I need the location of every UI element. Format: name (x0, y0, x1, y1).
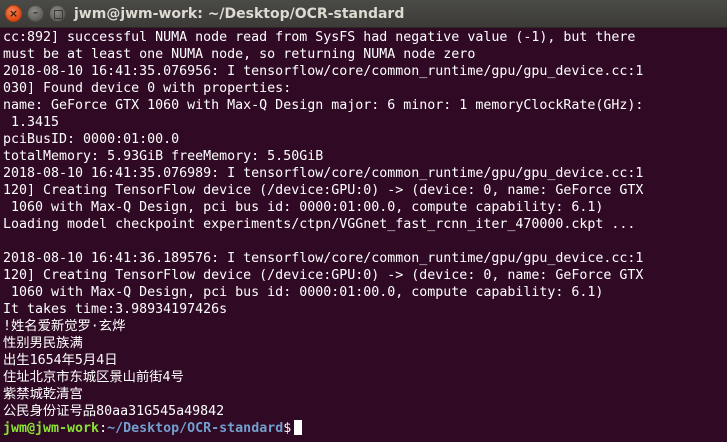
terminal-line: !姓名爱新觉罗·玄烨 (3, 319, 126, 334)
terminal-line: 1.3415 (3, 115, 60, 130)
title-bar[interactable]: × – jwm@jwm-work: ~/Desktop/OCR-standard (0, 0, 727, 28)
terminal-line: pciBusID: 0000:01:00.0 (3, 132, 180, 147)
terminal-line: 2018-08-10 16:41:35.076956: I tensorflow… (3, 64, 644, 79)
terminal-line: 2018-08-10 16:41:36.189576: I tensorflow… (3, 251, 644, 266)
terminal-line: 性别男民族满 (3, 336, 83, 351)
terminal-line: 住址北京市东城区景山前街4号 (3, 370, 184, 385)
terminal-line: 120] Creating TensorFlow device (/device… (3, 183, 644, 198)
terminal-line: Loading model checkpoint experiments/ctp… (3, 217, 636, 232)
close-icon: × (8, 7, 19, 20)
prompt-path: ~/Desktop/OCR-standard (107, 421, 284, 436)
terminal-line: 公民身份证号品80aa31G545a49842 (3, 404, 225, 419)
terminal-line: 2018-08-10 16:41:35.076989: I tensorflow… (3, 166, 644, 181)
maximize-button[interactable] (49, 5, 66, 22)
terminal-line: name: GeForce GTX 1060 with Max-Q Design… (3, 98, 644, 113)
prompt-separator: : (99, 421, 108, 436)
shell-prompt-line[interactable]: jwm@jwm-work:~/Desktop/OCR-standard$ (3, 420, 727, 437)
terminal-line: 紫禁城乾清宫 (3, 387, 83, 402)
terminal-line: 出生1654年5月4日 (3, 353, 118, 368)
maximize-icon (54, 10, 63, 19)
terminal-window: × – jwm@jwm-work: ~/Desktop/OCR-standard… (0, 0, 727, 442)
terminal-line: It takes time:3.98934197426s (3, 302, 228, 317)
minimize-button[interactable]: – (27, 5, 44, 22)
terminal-line: 1060 with Max-Q Design, pci bus id: 0000… (3, 200, 604, 215)
prompt-symbol: $ (283, 421, 292, 436)
terminal-line: totalMemory: 5.93GiB freeMemory: 5.50GiB (3, 149, 324, 164)
terminal-line: 120] Creating TensorFlow device (/device… (3, 268, 644, 283)
minimize-icon: – (32, 6, 39, 19)
prompt-user-host: jwm@jwm-work (3, 421, 100, 436)
terminal-line: 1060 with Max-Q Design, pci bus id: 0000… (3, 285, 604, 300)
close-button[interactable]: × (5, 5, 22, 22)
terminal-line: cc:892] successful NUMA node read from S… (3, 30, 636, 45)
terminal-output[interactable]: cc:892] successful NUMA node read from S… (0, 28, 727, 442)
text-cursor (294, 420, 303, 435)
terminal-line: must be at least one NUMA node, so retur… (3, 47, 476, 62)
terminal-line: 030] Found device 0 with properties: (3, 81, 292, 96)
window-title: jwm@jwm-work: ~/Desktop/OCR-standard (74, 6, 405, 22)
